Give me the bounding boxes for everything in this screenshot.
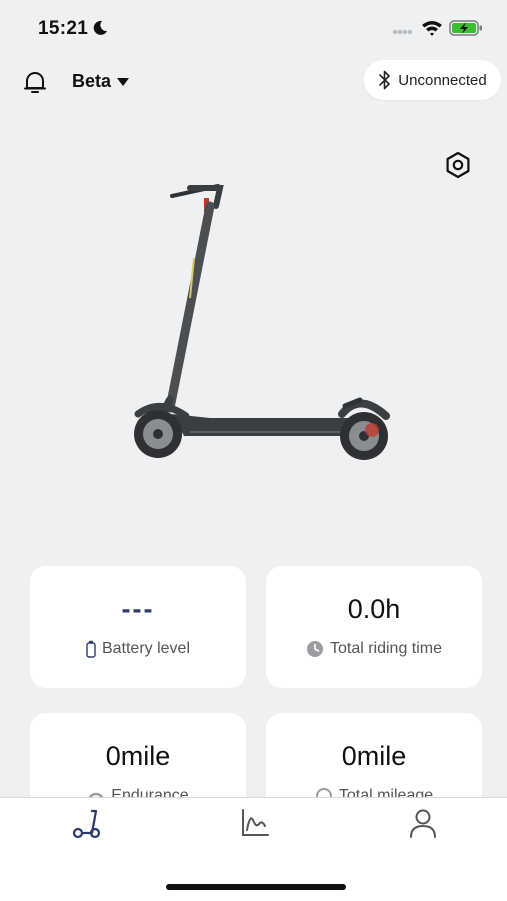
- total-mileage-value: 0mile: [341, 741, 407, 771]
- scooter-icon[interactable]: [70, 806, 104, 840]
- status-bar: 15:21: [0, 0, 507, 56]
- clock-icon: [306, 641, 323, 657]
- battery-icon: [86, 640, 96, 658]
- caret-down-icon: [117, 77, 130, 86]
- scooter-image: [134, 184, 390, 460]
- connection-status-button[interactable]: Unconnected: [364, 60, 501, 100]
- home-indicator: [166, 884, 346, 890]
- status-time: 15:21: [38, 18, 89, 39]
- chart-icon[interactable]: [238, 806, 272, 840]
- battery-level-card[interactable]: --- Battery level: [30, 566, 246, 688]
- connection-status-label: Unconnected: [398, 71, 487, 89]
- riding-time-value: 0.0h: [347, 594, 401, 624]
- settings-icon[interactable]: [443, 150, 473, 180]
- endurance-value: 0mile: [105, 741, 171, 771]
- signal-icon: [392, 29, 413, 35]
- battery-charging-icon: [449, 20, 482, 36]
- header: Beta Unconnected: [0, 58, 507, 106]
- battery-level-label: Battery level: [101, 640, 191, 657]
- wifi-icon: [422, 21, 442, 36]
- bell-icon[interactable]: [22, 69, 48, 95]
- moon-icon: [93, 20, 107, 35]
- battery-level-value: ---: [121, 594, 155, 624]
- user-icon[interactable]: [406, 806, 440, 840]
- riding-time-label: Total riding time: [329, 640, 443, 657]
- device-name: Beta: [72, 71, 112, 91]
- device-selector[interactable]: Beta: [72, 71, 130, 92]
- riding-time-card[interactable]: 0.0h Total riding time: [266, 566, 482, 688]
- bluetooth-icon: [379, 70, 391, 90]
